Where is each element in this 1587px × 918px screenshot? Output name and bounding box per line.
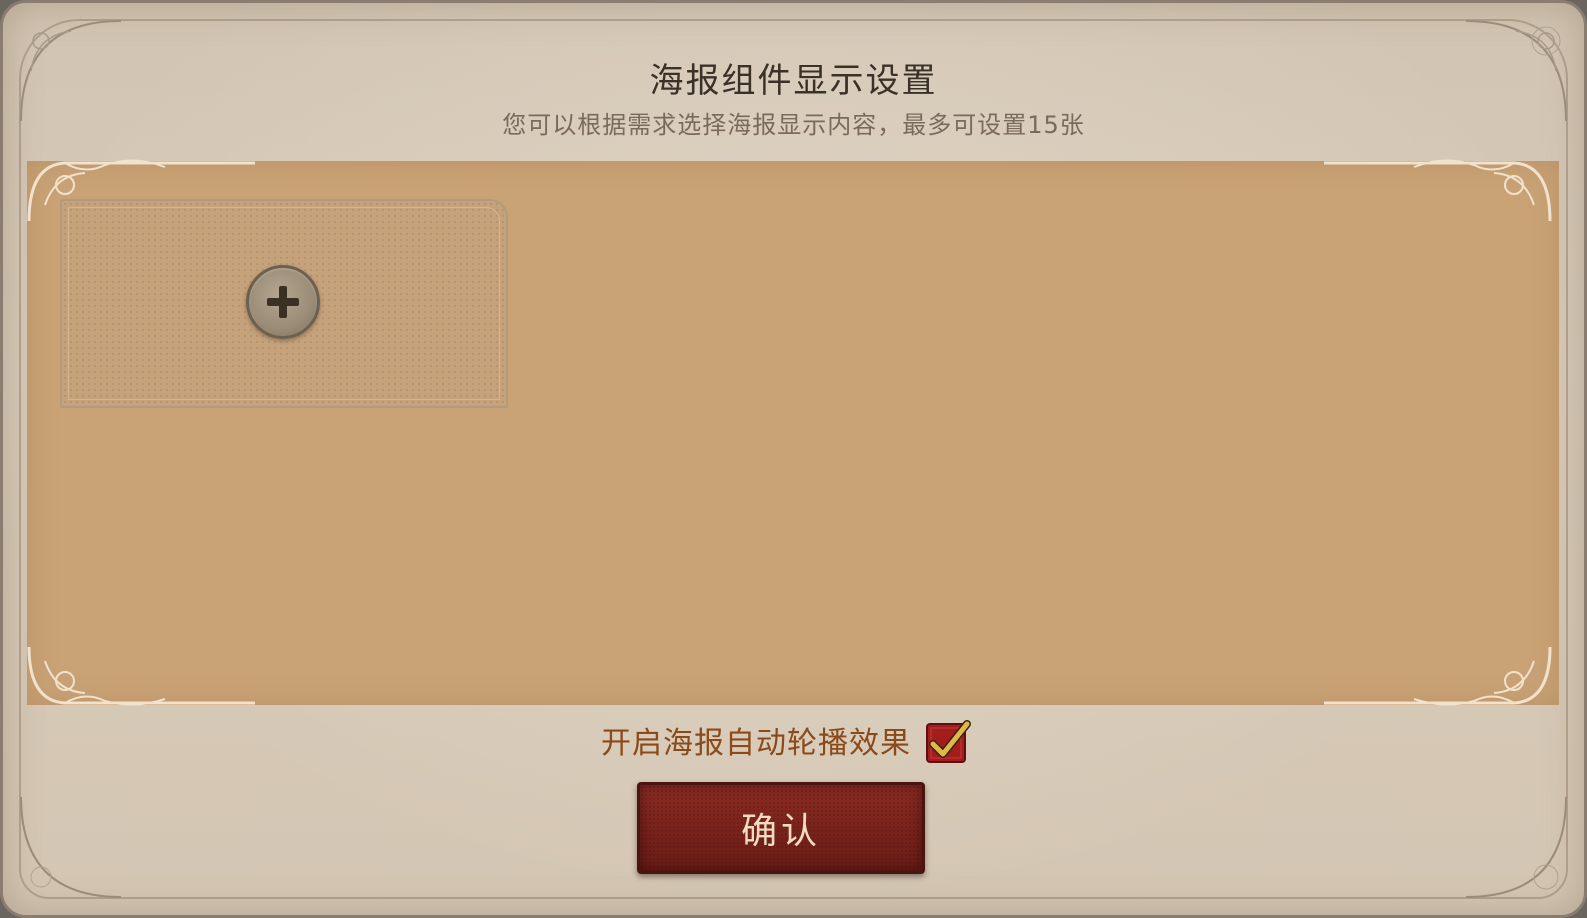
checkmark-icon	[926, 720, 971, 763]
dialog-title: 海报组件显示设置	[649, 61, 938, 101]
poster-settings-dialog: 海报组件显示设置 您可以根据需求选择海报显示内容，最多可设置15张 开启海报自动…	[0, 0, 1587, 918]
bottom-right-swirl-ornament	[1465, 796, 1567, 898]
dialog-subtitle: 您可以根据需求选择海报显示内容，最多可设置15张	[502, 111, 1085, 139]
bottom-left-swirl-ornament	[20, 796, 122, 898]
autoplay-label: 开启海报自动轮播效果	[601, 726, 911, 761]
confirm-button-label: 确认	[740, 811, 821, 852]
add-poster-button[interactable]	[246, 265, 320, 339]
autoplay-checkbox[interactable]	[923, 718, 971, 763]
confirm-button[interactable]: 确认	[637, 782, 925, 874]
plus-icon	[267, 286, 299, 318]
autoplay-option: 开启海报自动轮播效果	[601, 717, 971, 763]
